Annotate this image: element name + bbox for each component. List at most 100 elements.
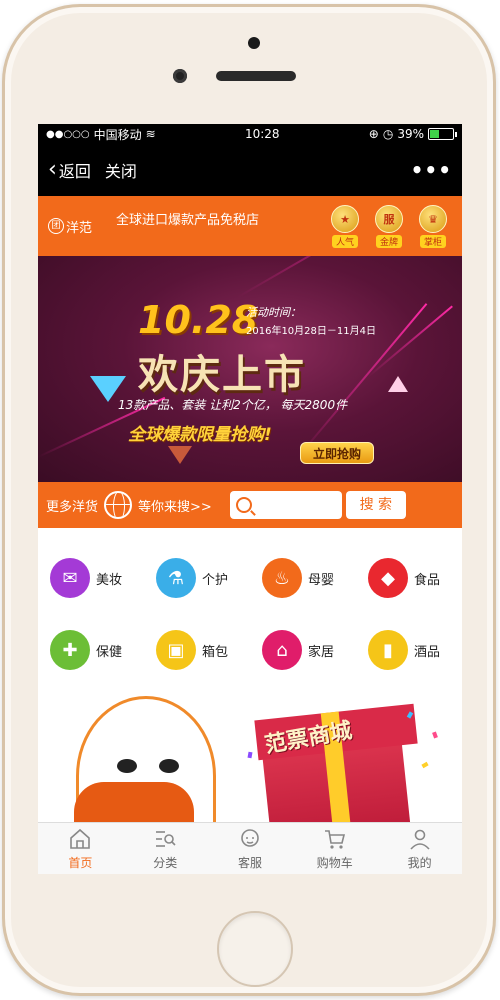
medal-label: 金牌 [375,234,402,248]
cart-icon [324,829,345,849]
store-slogan: 全球进口爆款产品免税店 [116,212,260,228]
banner-triangle [388,376,408,392]
banner-description: 13款产品、套装 让利2个亿， 每天2800件 [118,398,348,412]
category-label: 家居 [308,644,335,660]
search-input[interactable] [229,491,342,519]
makeup-icon: ✉ [50,558,90,598]
category-item-health[interactable]: ✚ 保健 [38,614,144,686]
medal-label: 掌柜 [419,234,446,248]
mascot-eye [159,759,179,773]
front-camera [173,69,187,83]
category-grid: ✉ 美妆 ⚗ 个护 ♨ 母婴 ◆ 食品 ✚ 保健 ▣ 箱包 ⌂ 家居 ▮ 酒品 [38,528,462,692]
battery-fill [430,130,439,138]
battery-percent: 39% [397,127,424,141]
tab-label: 首页 [68,855,93,870]
banner-time-range: 2016年10月28日－11月4日 [246,326,376,337]
search-left-text: 更多洋货 [46,499,99,515]
medal-list: ★ 人气 服 金牌 ♛ 掌柜 [326,204,452,248]
more-icon[interactable]: ••• [411,158,452,182]
brand-logo[interactable]: 团 洋范 [48,217,108,236]
alarm-icon: ◷ [382,127,394,141]
search-icon [235,497,252,513]
carrier-label: 中国移动 [93,127,142,142]
medal-crown-icon: ♛ [419,204,447,233]
category-label: 个护 [202,572,229,588]
tab-home[interactable]: 首页 [38,823,123,874]
category-item-bags[interactable]: ▣ 箱包 [144,614,250,686]
promo-banner[interactable]: 10.28 活动时间： 2016年10月28日－11月4日 欢庆上市 13款产品… [38,256,462,482]
category-label: 美妆 [96,572,123,588]
tab-category[interactable]: 分类 [123,823,208,874]
user-icon [409,829,430,850]
confetti [421,761,429,769]
status-bar: ●●○○○ 中国移动 ≋ 10:28 ⊕ ◷ 39% [38,124,462,144]
banner-triangle [168,446,192,464]
banner-ray [237,256,430,298]
sensor-dot [248,37,260,49]
search-button[interactable]: 搜 索 [345,491,406,519]
mascot-eye [117,759,137,773]
banner-time-label: 活动时间： [246,306,301,319]
category-item-baby[interactable]: ♨ 母婴 [250,542,356,614]
battery-icon [428,128,457,140]
clock: 10:28 [244,127,280,141]
category-label: 食品 [414,572,441,588]
category-item-makeup[interactable]: ✉ 美妆 [38,542,144,614]
banner-date: 10.28 [138,298,259,342]
banner-ray [367,305,453,378]
category-label: 酒品 [414,644,441,660]
search-right-text: 等你来搜>> [138,499,212,515]
baby-bottle-icon: ♨ [262,558,302,598]
medal-shopkeeper: ♛ 掌柜 [414,204,452,248]
category-item-wine[interactable]: ▮ 酒品 [356,614,462,686]
home-icon [70,828,91,849]
category-item-food[interactable]: ◆ 食品 [356,542,462,614]
tab-label: 客服 [237,855,262,870]
medal-service-icon: 服 [375,204,403,233]
buy-now-button[interactable]: 立即抢购 [300,442,374,464]
category-label: 保健 [96,644,123,660]
logo-text: 洋范 [66,220,93,236]
tab-cart[interactable]: 购物车 [292,823,377,874]
bag-icon: ▣ [156,630,196,670]
confetti [432,731,438,739]
tab-profile[interactable]: 我的 [377,823,462,874]
wine-icon: ▮ [368,630,408,670]
fanpiao-mall-promo[interactable]: 范票商城 [38,692,462,842]
service-icon [241,828,259,847]
earpiece-speaker [216,71,296,81]
sofa-icon: ⌂ [262,630,302,670]
category-label: 箱包 [202,644,229,660]
drumstick-icon: ◆ [368,558,408,598]
close-button[interactable]: 关闭 [105,158,137,182]
medal-label: 人气 [331,234,358,248]
nav-bar: ‹ 返回 关闭 ••• [38,144,462,196]
category-label: 母婴 [308,572,335,588]
search-bar: 更多洋货 等你来搜>> 搜 索 [38,482,462,528]
medal-popularity: ★ 人气 [326,204,364,248]
tab-label: 我的 [407,855,432,870]
medal-gold: 服 金牌 [370,204,408,248]
category-item-personal-care[interactable]: ⚗ 个护 [144,542,250,614]
wifi-icon: ≋ [145,127,156,141]
banner-slogan: 全球爆款限量抢购! [128,425,272,445]
signal-icon: ●●○○○ [46,128,90,140]
app-screen: ●●○○○ 中国移动 ≋ 10:28 ⊕ ◷ 39% ‹ 返回 关闭 ••• 团 [38,124,462,874]
confetti [247,751,253,759]
back-button[interactable]: ‹ 返回 [48,158,91,182]
logo-mark: 团 [48,218,64,234]
tab-label: 分类 [153,855,178,870]
chevron-left-icon: ‹ [48,157,57,182]
bottle-icon: ⚗ [156,558,196,598]
bottom-tab-bar: 首页 分类 客服 购物车 我的 [38,822,462,874]
tab-service[interactable]: 客服 [208,823,293,874]
category-icon [156,830,176,847]
medal-star-icon: ★ [331,204,359,233]
tab-label: 购物车 [316,855,353,870]
home-button[interactable] [217,911,293,987]
rotation-lock-icon: ⊕ [368,127,379,141]
category-item-home[interactable]: ⌂ 家居 [250,614,356,686]
back-label: 返回 [58,162,91,181]
banner-title: 欢庆上市 [138,352,306,398]
globe-icon [104,491,133,519]
